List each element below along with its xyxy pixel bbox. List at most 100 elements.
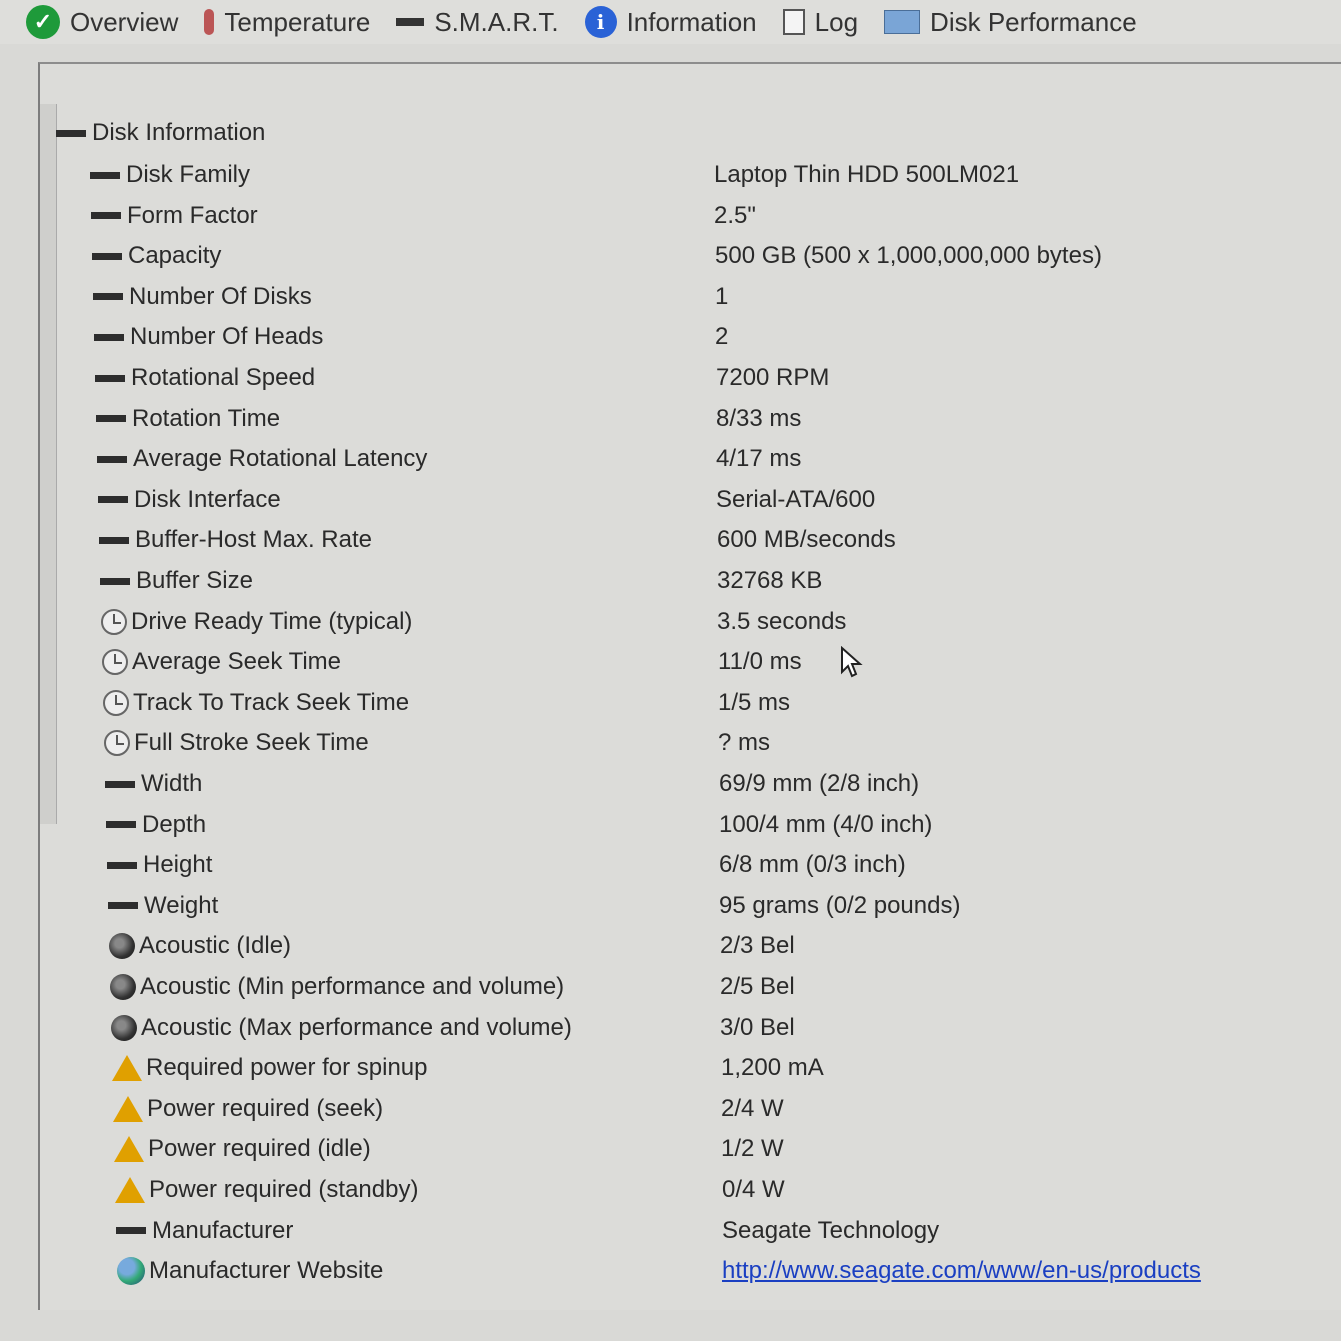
tree-row[interactable]: Buffer Size 32768 KB (40, 562, 1330, 600)
tab-label: Disk Performance (930, 6, 1137, 37)
document-icon (782, 9, 805, 35)
dash-icon (100, 577, 130, 585)
row-label: Weight (144, 891, 219, 919)
row-label: Width (141, 770, 203, 797)
row-value: 6/8 mm (0/3 inch) (719, 851, 906, 879)
clock-icon (104, 730, 130, 757)
tree-row[interactable]: Manufacturer Website http://www.seagate.c… (40, 1252, 1330, 1290)
tree-row[interactable]: Buffer-Host Max. Rate 600 MB/seconds (40, 521, 1330, 559)
tab-smart[interactable]: S.M.A.R.T. (396, 7, 559, 38)
dash-icon (108, 902, 138, 910)
row-label-group: Manufacturer (116, 1217, 293, 1245)
tree-row[interactable]: Form Factor 2.5" (40, 197, 1330, 235)
tab-disk-performance[interactable]: Disk Performance (884, 7, 1137, 38)
tree-row[interactable]: Rotational Speed 7200 RPM (40, 359, 1330, 397)
row-value: 69/9 mm (2/8 inch) (719, 770, 920, 797)
tree-row[interactable]: Power required (seek) 2/4 W (40, 1090, 1330, 1128)
tab-information[interactable]: i Information (584, 6, 757, 38)
tab-temperature[interactable]: Temperature (204, 7, 370, 38)
tab-log[interactable]: Log (782, 6, 859, 38)
clock-icon (102, 649, 128, 676)
tree-row[interactable]: Capacity 500 GB (500 x 1,000,000,000 byte… (40, 237, 1330, 275)
row-label-group: Buffer Size (100, 567, 253, 595)
dash-icon (93, 293, 123, 301)
tree-row[interactable]: Drive Ready Time (typical) 3.5 seconds (40, 603, 1330, 641)
row-value: 600 MB/seconds (717, 526, 896, 554)
tree-row[interactable]: Acoustic (Min performance and volume) 2/5… (40, 968, 1330, 1006)
check-circle-icon: ✓ (26, 5, 60, 39)
row-label: Number Of Heads (130, 323, 324, 351)
tree-row[interactable]: Average Rotational Latency 4/17 ms (40, 440, 1330, 478)
row-value: 95 grams (0/2 pounds) (719, 891, 961, 919)
tree-row[interactable]: Width 69/9 mm (2/8 inch) (40, 765, 1330, 803)
row-label-group: Number Of Disks (93, 283, 312, 311)
tab-overview[interactable]: ✓ Overview (26, 5, 178, 39)
tree-row[interactable]: Height 6/8 mm (0/3 inch) (40, 846, 1330, 884)
tree-row[interactable]: Disk Family Laptop Thin HDD 500LM021 (40, 156, 1330, 194)
tree-row[interactable]: Average Seek Time 11/0 ms (40, 643, 1330, 681)
dash-icon (106, 821, 136, 829)
row-label: Capacity (128, 242, 222, 270)
row-value: 8/33 ms (716, 404, 802, 432)
speaker-icon (111, 1014, 137, 1041)
row-label: Buffer Size (136, 567, 253, 594)
tree-row[interactable]: Full Stroke Seek Time ? ms (40, 724, 1330, 762)
row-label-group: Number Of Heads (94, 323, 323, 351)
dash-icon (92, 252, 122, 260)
dash-icon (95, 374, 125, 382)
row-value: 4/17 ms (716, 445, 802, 473)
row-label: Height (143, 851, 213, 879)
row-value: 7200 RPM (716, 364, 830, 391)
row-value: 1 (715, 282, 729, 310)
dash-icon (91, 212, 121, 220)
tree-row[interactable]: Power required (standby) 0/4 W (40, 1171, 1330, 1209)
row-value: 0/4 W (722, 1176, 785, 1203)
row-label: Form Factor (127, 201, 258, 229)
tree-row[interactable]: Acoustic (Idle) 2/3 Bel (40, 927, 1330, 965)
row-value: 2 (715, 323, 729, 351)
row-value: Seagate Technology (722, 1216, 940, 1244)
row-label-group: Acoustic (Max performance and volume) (111, 1014, 572, 1042)
row-value: 3/0 Bel (720, 1013, 795, 1041)
tree-root-label: Disk Information (92, 119, 266, 146)
row-label: Depth (142, 810, 207, 838)
thermometer-icon (204, 9, 215, 35)
tree-row[interactable]: Power required (idle) 1/2 W (40, 1130, 1330, 1168)
tab-label: Log (814, 6, 859, 37)
dash-icon (96, 415, 126, 423)
row-label-group: Power required (seek) (113, 1095, 383, 1123)
tree-root[interactable]: Disk Information (40, 114, 1330, 152)
dash-icon (396, 18, 425, 26)
tree-row[interactable]: Number Of Heads 2 (40, 318, 1330, 356)
tree-row[interactable]: Manufacturer Seagate Technology (40, 1212, 1330, 1250)
tree-row[interactable]: Disk Interface Serial-ATA/600 (40, 481, 1330, 519)
dash-icon (99, 536, 129, 544)
dash-icon (97, 455, 127, 463)
row-label: Power required (idle) (148, 1135, 371, 1163)
row-value: 2/4 W (721, 1094, 784, 1122)
row-label-group: Depth (106, 811, 206, 839)
speaker-icon (109, 933, 135, 960)
tree-row[interactable]: Required power for spinup 1,200 mA (40, 1049, 1330, 1087)
tree-row[interactable]: Rotation Time 8/33 ms (40, 400, 1330, 438)
row-value: ? ms (718, 729, 771, 757)
row-label-group: Acoustic (Idle) (109, 932, 291, 960)
row-label-group: Form Factor (91, 202, 258, 230)
tree-row[interactable]: Acoustic (Max performance and volume) 3/0… (40, 1009, 1330, 1047)
dash-icon (116, 1227, 146, 1235)
row-value: 11/0 ms (718, 648, 802, 676)
tab-label: Overview (70, 6, 179, 37)
row-value: 3.5 seconds (717, 607, 847, 635)
tree-row[interactable]: Number Of Disks 1 (40, 278, 1330, 316)
manufacturer-website-link[interactable]: http://www.seagate.com/www/en-us/product… (722, 1257, 1201, 1285)
row-label: Number Of Disks (129, 282, 312, 310)
dash-icon (105, 780, 135, 788)
row-label-group: Power required (idle) (114, 1135, 371, 1163)
tree-row[interactable]: Track To Track Seek Time 1/5 ms (40, 684, 1330, 722)
clock-icon (101, 608, 127, 635)
tree-row[interactable]: Depth 100/4 mm (4/0 inch) (40, 806, 1330, 844)
row-value: 100/4 mm (4/0 inch) (719, 810, 933, 838)
tree-row[interactable]: Weight 95 grams (0/2 pounds) (40, 887, 1330, 925)
row-label: Acoustic (Max performance and volume) (141, 1013, 572, 1041)
dash-icon (90, 171, 120, 179)
